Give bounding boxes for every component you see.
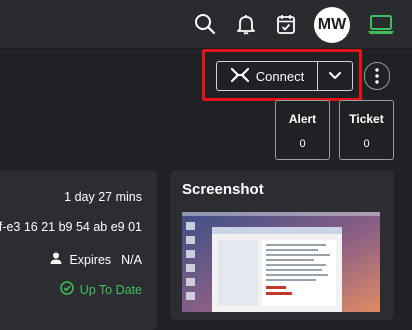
search-icon[interactable] bbox=[191, 10, 219, 38]
top-bar: MW bbox=[0, 0, 412, 49]
check-circle-icon bbox=[59, 281, 74, 298]
ticket-count-card[interactable]: Ticket 0 bbox=[339, 100, 394, 160]
update-status-label: Up To Date bbox=[79, 282, 142, 297]
uptime-value: 1 day 27 mins bbox=[64, 190, 142, 204]
ticket-count: 0 bbox=[363, 138, 370, 150]
ticket-label: Ticket bbox=[349, 112, 384, 126]
connect-button[interactable]: Connect bbox=[217, 62, 318, 90]
screenshot-panel: Screenshot bbox=[170, 170, 394, 320]
connect-split-button: Connect bbox=[216, 61, 353, 91]
user-icon bbox=[49, 251, 63, 268]
laptop-icon[interactable] bbox=[366, 10, 396, 38]
vertical-dots-icon bbox=[375, 68, 379, 84]
connect-dropdown-button[interactable] bbox=[318, 62, 352, 90]
expires-value: N/A bbox=[121, 252, 142, 267]
bell-icon[interactable] bbox=[232, 10, 260, 38]
user-avatar[interactable]: MW bbox=[314, 7, 350, 43]
connect-icon bbox=[230, 67, 250, 86]
alert-count: 0 bbox=[299, 138, 306, 150]
more-options-button[interactable] bbox=[364, 62, 390, 90]
calendar-check-icon[interactable] bbox=[272, 10, 300, 38]
update-status: Up To Date bbox=[59, 281, 142, 298]
expires-label: Expires bbox=[69, 252, 112, 267]
alert-count-card[interactable]: Alert 0 bbox=[275, 100, 330, 160]
avatar-initials: MW bbox=[317, 16, 347, 33]
expires-row: Expires N/A bbox=[49, 251, 142, 268]
device-address: ef-e3 16 21 b9 54 ab e9 01 bbox=[0, 220, 142, 234]
chevron-down-icon bbox=[329, 72, 341, 79]
screenshot-thumbnail[interactable] bbox=[182, 212, 380, 312]
connect-label: Connect bbox=[255, 68, 305, 84]
screenshot-title: Screenshot bbox=[182, 181, 264, 198]
alert-label: Alert bbox=[288, 112, 317, 126]
device-details-panel: 1 day 27 mins ef-e3 16 21 b9 54 ab e9 01… bbox=[0, 170, 157, 330]
